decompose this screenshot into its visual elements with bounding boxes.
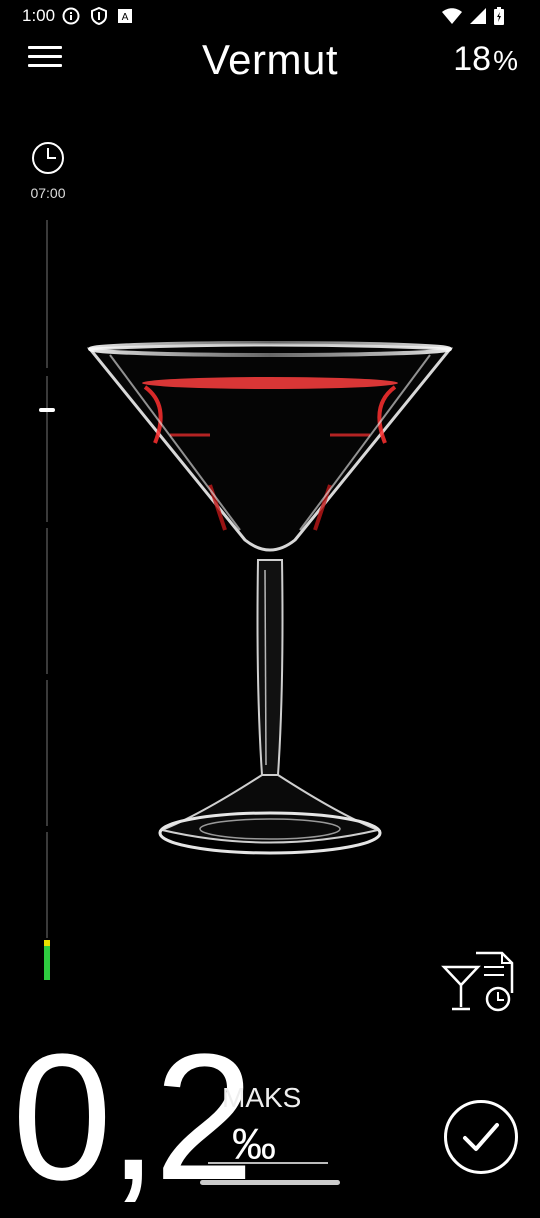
status-icons-right [442, 7, 504, 25]
abv-unit: % [493, 45, 518, 76]
martini-glass-image [86, 341, 454, 855]
time-track-segment [46, 528, 48, 674]
timer-control[interactable]: 07:00 [24, 140, 72, 201]
time-track-segment [46, 680, 48, 826]
clock-icon [32, 142, 64, 174]
max-label: MAKS [222, 1082, 302, 1113]
battery-icon [494, 7, 504, 25]
time-track-segment [46, 220, 48, 368]
font-icon: A [118, 9, 132, 23]
checkmark-icon [463, 1123, 499, 1151]
status-bar: 1:00 A [0, 0, 540, 34]
time-slider-handle[interactable] [39, 408, 55, 412]
confirm-button[interactable] [444, 1100, 518, 1174]
drink-history-button[interactable] [440, 945, 520, 1017]
level-indicator-bar [44, 940, 50, 980]
abv-value: 18 [453, 40, 492, 78]
time-track-segment [46, 832, 48, 938]
timer-label: 07:00 [30, 185, 66, 201]
svg-text:A: A [122, 12, 129, 23]
info-icon [62, 7, 80, 25]
signal-icon [470, 8, 486, 24]
wifi-icon [442, 8, 462, 24]
drink-history-icon [441, 951, 514, 1012]
unit-divider [208, 1162, 328, 1164]
abv-display: 18% [453, 40, 518, 79]
status-icons-left: A [62, 7, 132, 25]
shield-icon [91, 7, 107, 25]
gesture-nav-handle[interactable] [200, 1180, 340, 1185]
app-header: Vermut 18% [0, 34, 540, 86]
time-track-segment [46, 376, 48, 522]
status-time: 1:00 [22, 6, 56, 25]
